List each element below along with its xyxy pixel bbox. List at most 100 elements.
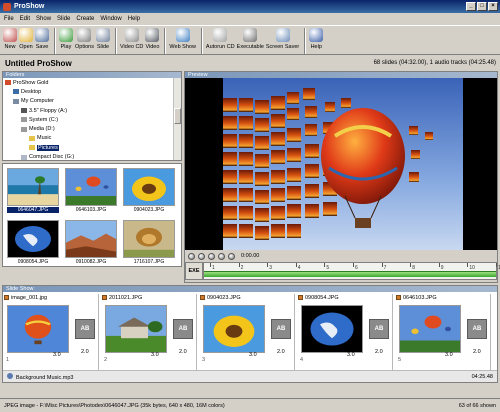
slide-options-icon[interactable] xyxy=(200,295,205,300)
maximize-button[interactable]: □ xyxy=(477,2,487,11)
slide-duration[interactable]: 3.0 xyxy=(347,352,355,358)
minimize-button[interactable]: _ xyxy=(466,2,476,11)
toolbar-label: Autorun CD xyxy=(205,44,235,50)
slide-options-icon[interactable] xyxy=(4,295,9,300)
web-show-button[interactable]: Web Show xyxy=(169,28,196,50)
timeline-ruler[interactable]: 1234567891011 xyxy=(203,262,500,280)
menu-file[interactable]: File xyxy=(4,16,14,22)
transition-duration[interactable]: 2.0 xyxy=(81,349,89,355)
next-icon[interactable] xyxy=(218,252,225,260)
ruler-tick xyxy=(210,263,211,267)
slide-button[interactable]: Slide xyxy=(95,28,110,50)
autorun-cd-button[interactable]: Autorun CD xyxy=(206,28,235,50)
folders-panel: Folders ProShow Gold Desktop My Computer 3.… xyxy=(2,71,182,161)
transition-icon[interactable]: AB xyxy=(271,319,291,339)
slide-options-icon[interactable] xyxy=(102,295,107,300)
file-thumbnail[interactable]: 0646103.JPG xyxy=(65,168,117,213)
folder-tree-item[interactable]: System (C:) xyxy=(3,115,175,124)
file-thumbnail[interactable]: 0908054.JPG xyxy=(7,220,59,265)
slide-image xyxy=(203,305,265,353)
transition-duration[interactable]: 2.0 xyxy=(277,349,285,355)
slide-item[interactable]: 0646103.JPG AB 2.0 5 3.0 xyxy=(395,294,491,378)
slide-image xyxy=(399,305,461,353)
transition-icon[interactable]: AB xyxy=(75,319,95,339)
folder-tree-item[interactable]: 3.5" Floppy (A:) xyxy=(3,106,175,115)
slide-options-icon[interactable] xyxy=(396,295,401,300)
folder-tree-item[interactable]: Music xyxy=(3,134,175,143)
beach-photo xyxy=(8,169,58,205)
menu-slide[interactable]: Slide xyxy=(57,16,70,22)
timecode: 0:00.00 xyxy=(241,253,260,259)
slide-duration[interactable]: 3.0 xyxy=(445,352,453,358)
save-button[interactable]: Save xyxy=(35,28,49,50)
folder-tree: ProShow Gold Desktop My Computer 3.5" Flopp… xyxy=(3,78,175,160)
slide-show-panel: Slide Show image_001.jpg AB 2.0 1 3.0 2011021… xyxy=(2,285,498,383)
folder-label: Music xyxy=(37,135,52,142)
previous-icon[interactable] xyxy=(208,252,215,260)
transition-icon[interactable]: AB xyxy=(369,319,389,339)
file-thumbnail[interactable]: 1716107.JPG xyxy=(123,220,175,265)
window-title: ProShow xyxy=(14,3,45,10)
transition-duration[interactable]: 2.0 xyxy=(473,349,481,355)
slide-file-name: 0904023.JPG xyxy=(207,294,241,301)
open-icon xyxy=(19,28,33,42)
slide-options-icon[interactable] xyxy=(298,295,303,300)
ruler-tick-label: 2 xyxy=(240,265,244,271)
folder-tree-item[interactable]: ProShow Gold xyxy=(3,78,175,87)
file-thumbnail[interactable]: 0904023.JPG xyxy=(123,168,175,213)
ruler-tick xyxy=(238,263,240,267)
transition-duration[interactable]: 2.0 xyxy=(375,349,383,355)
slide-item[interactable]: 0908054.JPG AB 2.0 4 3.0 xyxy=(297,294,393,378)
file-name: 0910082.JPG xyxy=(75,259,107,265)
slide-duration[interactable]: 3.0 xyxy=(151,352,159,358)
help-button[interactable]: Help xyxy=(309,28,324,50)
folder-tree-item[interactable]: My Computer xyxy=(3,97,175,106)
menu-help[interactable]: Help xyxy=(128,16,140,22)
ruler-tick-label: 5 xyxy=(326,265,330,271)
audio-track-row[interactable]: Background Music.mp3 04:25.48 xyxy=(3,370,497,382)
ruler-tick-label: 3 xyxy=(269,265,272,271)
file-name: 1716107.JPG xyxy=(133,259,165,265)
file-thumbnail-image xyxy=(123,168,175,206)
ruler-tick xyxy=(438,263,440,267)
open-button[interactable]: Open xyxy=(19,28,33,50)
file-thumbnail[interactable]: 0646047.JPG xyxy=(7,168,59,213)
transition-icon[interactable]: AB xyxy=(467,319,487,339)
video-cd-button[interactable]: Video CD xyxy=(120,28,143,50)
file-thumbnail[interactable]: 0910082.JPG xyxy=(65,220,117,265)
video-button[interactable]: Video xyxy=(145,28,160,50)
menu-show[interactable]: Show xyxy=(36,16,51,22)
slide-duration[interactable]: 3.0 xyxy=(249,352,257,358)
slide-duration[interactable]: 3.0 xyxy=(53,352,61,358)
menu-window[interactable]: Window xyxy=(100,16,121,22)
folder-tree-item[interactable]: Media (D:) xyxy=(3,124,175,133)
close-button[interactable]: × xyxy=(488,2,498,11)
autorun-cd-icon xyxy=(213,28,228,42)
options-button[interactable]: Options xyxy=(75,28,94,50)
file-thumbnail-image xyxy=(123,220,175,258)
slide-item[interactable]: 2011021.JPG AB 2.0 2 3.0 xyxy=(101,294,197,378)
executable-button[interactable]: Executable xyxy=(237,28,264,50)
fullscreen-icon[interactable] xyxy=(228,252,235,260)
scroll-thumb[interactable] xyxy=(174,108,181,124)
play-icon[interactable] xyxy=(188,252,195,260)
slide-item[interactable]: image_001.jpg AB 2.0 1 3.0 xyxy=(3,294,99,378)
menu-create[interactable]: Create xyxy=(76,16,94,22)
folder-tree-item[interactable]: Desktop xyxy=(3,87,175,96)
balloon-sky-photo xyxy=(400,306,460,352)
folder-tree-item[interactable]: Pictures xyxy=(3,143,175,152)
slide-item[interactable]: 0904023.JPG AB 2.0 3 3.0 xyxy=(199,294,295,378)
folders-scrollbar[interactable] xyxy=(173,78,181,160)
screen-saver-button[interactable]: Screen Saver xyxy=(266,28,299,50)
transition-duration[interactable]: 2.0 xyxy=(179,349,187,355)
stop-icon[interactable] xyxy=(198,252,205,260)
executable-icon xyxy=(243,28,258,42)
play-button[interactable]: Play xyxy=(59,28,73,50)
folder-tree-item[interactable]: Compact Disc (G:) xyxy=(3,152,175,160)
menu-edit[interactable]: Edit xyxy=(20,16,30,22)
new-button[interactable]: New xyxy=(3,28,17,50)
toolbar-label: Slide xyxy=(96,44,110,50)
video-icon xyxy=(145,28,160,42)
earth-photo xyxy=(8,221,58,257)
transition-icon[interactable]: AB xyxy=(173,319,193,339)
